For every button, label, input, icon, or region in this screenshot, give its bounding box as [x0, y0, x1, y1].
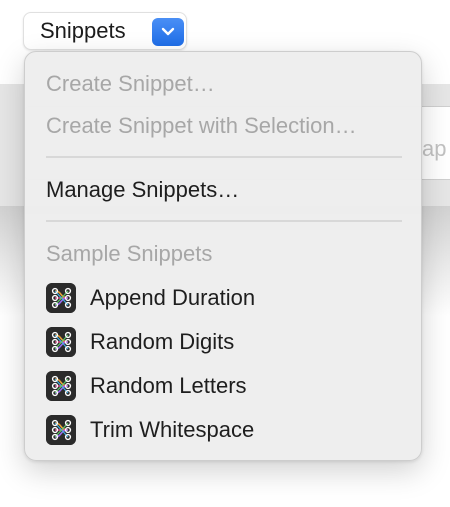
- menu-item-append-duration[interactable]: Append Duration: [46, 282, 406, 314]
- menu-separator: [46, 220, 402, 222]
- snippet-icon: [46, 415, 76, 445]
- menu-item-random-digits[interactable]: Random Digits: [46, 326, 406, 358]
- menu-item-create-snippet-with-selection[interactable]: Create Snippet with Selection…: [46, 113, 357, 139]
- snippet-icon: [46, 283, 76, 313]
- snippet-icon: [46, 371, 76, 401]
- background-field-text: ap: [422, 136, 447, 161]
- snippets-menu: Create Snippet… Create Snippet with Sele…: [24, 51, 422, 461]
- snippet-label: Trim Whitespace: [90, 417, 255, 442]
- menu-separator: [46, 156, 402, 158]
- snippet-label: Append Duration: [90, 285, 256, 310]
- snippet-icon: [46, 327, 76, 357]
- menu-section-header: Sample Snippets: [46, 241, 213, 266]
- snippets-popup-label: Snippets: [40, 18, 126, 43]
- chevron-down-icon[interactable]: [152, 18, 184, 46]
- menu-item-random-letters[interactable]: Random Letters: [46, 370, 406, 402]
- snippet-label: Random Digits: [90, 329, 235, 354]
- snippets-popup-button[interactable]: Snippets: [23, 12, 187, 50]
- menu-item-create-snippet[interactable]: Create Snippet…: [46, 71, 215, 97]
- snippet-label: Random Letters: [90, 373, 247, 398]
- menu-item-manage-snippets[interactable]: Manage Snippets…: [46, 177, 239, 203]
- menu-item-trim-whitespace[interactable]: Trim Whitespace: [46, 414, 406, 446]
